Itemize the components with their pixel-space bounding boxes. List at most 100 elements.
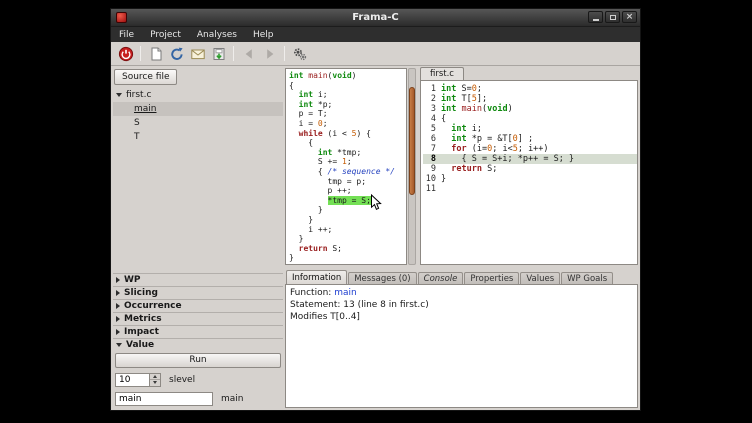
cil-line-13[interactable]: p ++; <box>289 186 406 196</box>
cil-line-7[interactable]: while (i < 5) { <box>289 129 406 139</box>
main-label: main <box>221 394 244 404</box>
src-line-1[interactable]: 1int S=0; <box>423 84 637 94</box>
save-session-button[interactable] <box>208 44 229 64</box>
source-file-tab[interactable]: first.c <box>420 67 464 80</box>
src-line-9[interactable]: 9 return S; <box>423 164 637 174</box>
expander-icon <box>116 343 122 347</box>
code-row: int main(void){ int i; int *p; p = T; i … <box>285 67 638 268</box>
source-file-button[interactable]: Source file <box>114 69 177 85</box>
titlebar[interactable]: Frama-C × <box>111 9 640 26</box>
expander-icon[interactable] <box>116 93 122 97</box>
envelope-icon <box>190 46 206 62</box>
cil-line-16[interactable]: } <box>289 215 406 225</box>
slevel-spinbox[interactable] <box>115 373 161 387</box>
panel-label: Occurrence <box>124 301 182 311</box>
src-line-4[interactable]: 4{ <box>423 114 637 124</box>
cil-line-18[interactable]: } <box>289 234 406 244</box>
cil-line-8[interactable]: { <box>289 138 406 148</box>
menu-help[interactable]: Help <box>245 27 282 42</box>
panel-label: Metrics <box>124 314 162 324</box>
minimize-button[interactable] <box>588 11 603 23</box>
arrow-down-icon <box>153 381 157 384</box>
cil-line-15[interactable]: } <box>289 205 406 215</box>
tab-wp-goals[interactable]: WP Goals <box>561 272 613 284</box>
reparse-button[interactable] <box>166 44 187 64</box>
arrow-up-icon <box>153 375 157 378</box>
expander-icon <box>116 329 120 335</box>
menu-analyses[interactable]: Analyses <box>189 27 245 42</box>
menu-project[interactable]: Project <box>142 27 189 42</box>
src-line-5[interactable]: 5 int i; <box>423 124 637 134</box>
slevel-input[interactable] <box>116 374 149 386</box>
file-tree: first.c mainST <box>113 88 283 144</box>
cil-line-20[interactable]: } <box>289 253 406 263</box>
panel-wp[interactable]: WP <box>113 273 283 286</box>
cil-view: int main(void){ int i; int *p; p = T; i … <box>285 68 407 265</box>
cil-line-1[interactable]: int main(void) <box>289 71 406 81</box>
panel-label: Slicing <box>124 288 158 298</box>
frama-c-window: Frama-C × FileProjectAnalysesHelp <box>110 8 641 411</box>
source-view: first.c 1int S=0;2int T[5];3int main(voi… <box>420 67 638 265</box>
tree-item-main[interactable]: main <box>113 102 283 116</box>
cil-line-2[interactable]: { <box>289 81 406 91</box>
analysis-accordion: WP Slicing Occurrence MetricsImpactValue Ru… <box>113 273 283 408</box>
tab-information[interactable]: Information <box>286 270 347 284</box>
src-line-2[interactable]: 2int T[5]; <box>423 94 637 104</box>
bottom-pane: InformationMessages (0)ConsoleProperties… <box>285 270 638 408</box>
analyses-button[interactable] <box>289 44 310 64</box>
cil-line-19[interactable]: return S; <box>289 244 406 254</box>
panel-value[interactable]: Value <box>113 338 283 351</box>
menu-file[interactable]: File <box>111 27 142 42</box>
menubar: FileProjectAnalysesHelp <box>111 26 640 42</box>
src-line-8[interactable]: 8 { S = S+i; *p++ = S; } <box>423 154 637 164</box>
src-line-3[interactable]: 3int main(void) <box>423 104 637 114</box>
tab-values[interactable]: Values <box>520 272 560 284</box>
src-line-6[interactable]: 6 int *p = &T[0] ; <box>423 134 637 144</box>
panel-label: WP <box>124 275 141 285</box>
cil-line-17[interactable]: i ++; <box>289 225 406 235</box>
panel-impact[interactable]: Impact <box>113 325 283 338</box>
tab-properties[interactable]: Properties <box>464 272 519 284</box>
panel-slicing[interactable]: Slicing <box>113 286 283 299</box>
scrollbar-thumb[interactable] <box>409 87 415 195</box>
src-line-10[interactable]: 10} <box>423 174 637 184</box>
maximize-button[interactable] <box>605 11 620 23</box>
main-function-field[interactable] <box>115 392 213 406</box>
app-icon <box>116 12 127 23</box>
toolbar-separator <box>233 46 234 61</box>
value-panel-body: Run slevel main <box>113 351 283 408</box>
minimize-icon <box>593 19 599 21</box>
panel-occurrence[interactable]: Occurrence <box>113 299 283 312</box>
sidebar: Source file first.c mainST WPSlicingOccu… <box>113 67 283 408</box>
line-number: 10 <box>423 174 436 184</box>
cil-line-10[interactable]: S += 1; <box>289 157 406 167</box>
src-line-7[interactable]: 7 for (i=0; i<5; i++) <box>423 144 637 154</box>
src-line-11[interactable]: 11 <box>423 184 637 194</box>
cil-vertical-scrollbar[interactable] <box>408 68 416 265</box>
function-link[interactable]: main <box>334 288 357 298</box>
back-button[interactable] <box>238 44 259 64</box>
quit-button[interactable] <box>115 44 136 64</box>
cil-line-3[interactable]: int i; <box>289 90 406 100</box>
close-icon: × <box>626 13 634 22</box>
close-button[interactable]: × <box>622 11 637 23</box>
cil-line-4[interactable]: int *p; <box>289 100 406 110</box>
forward-button[interactable] <box>259 44 280 64</box>
spin-down-button[interactable] <box>150 380 160 386</box>
tab-console[interactable]: Console <box>418 272 464 284</box>
cil-line-6[interactable]: i = 0; <box>289 119 406 129</box>
panel-metrics[interactable]: Metrics <box>113 312 283 325</box>
tree-item-t[interactable]: T <box>113 130 283 144</box>
cil-line-5[interactable]: p = T; <box>289 109 406 119</box>
run-button[interactable]: Run <box>115 353 281 368</box>
tab-messages-0[interactable]: Messages (0) <box>348 272 416 284</box>
tree-root-first-c[interactable]: first.c <box>113 88 283 102</box>
cil-line-14[interactable]: *tmp = S; <box>289 196 406 206</box>
cil-line-12[interactable]: tmp = p; <box>289 177 406 187</box>
cil-line-11[interactable]: { /* sequence */ <box>289 167 406 177</box>
new-session-button[interactable] <box>145 44 166 64</box>
cil-line-9[interactable]: int *tmp; <box>289 148 406 158</box>
load-session-button[interactable] <box>187 44 208 64</box>
content: Source file first.c mainST WPSlicingOccu… <box>111 67 640 410</box>
tree-item-s[interactable]: S <box>113 116 283 130</box>
